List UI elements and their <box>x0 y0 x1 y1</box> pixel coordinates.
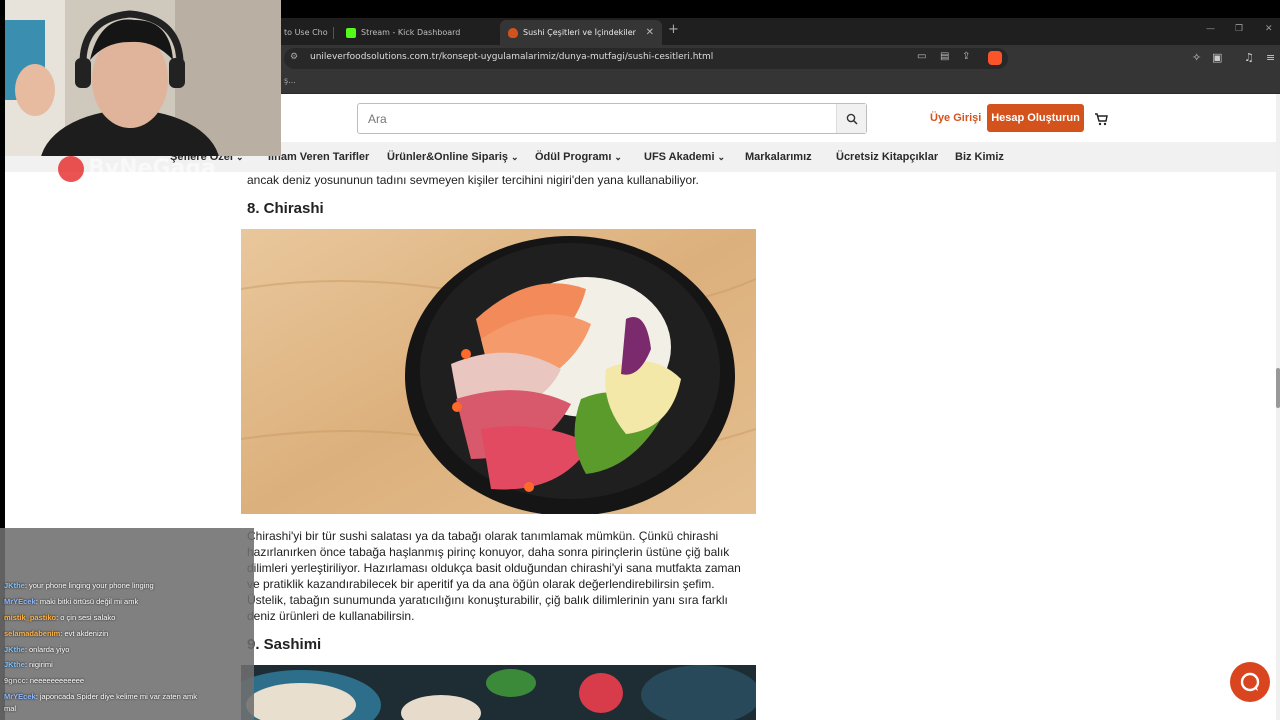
tab-separator <box>333 27 334 39</box>
live-chat-button[interactable] <box>1230 662 1270 702</box>
sashimi-image <box>241 665 756 720</box>
chat-user: MrYEcek <box>4 597 36 606</box>
cast-icon[interactable]: ▭ <box>917 51 926 62</box>
chat-user: mistik_pastiko <box>4 613 57 622</box>
chat-icon <box>1240 672 1260 692</box>
chat-message: selamadabenim: evt akdenizin <box>4 629 109 638</box>
chirashi-paragraph: Chirashi'yi bir tür sushi salatası ya da… <box>247 529 741 623</box>
chat-user: MrYEcek <box>4 692 36 701</box>
chat-user: JKthe <box>4 660 25 669</box>
chat-text: evt akdenizin <box>64 629 109 638</box>
brave-shields-icon[interactable] <box>988 51 1002 65</box>
chat-message: JKthe: nigirimi <box>4 660 53 669</box>
intro-paragraph: ancak deniz yosununun tadını sevmeyen ki… <box>247 173 699 187</box>
scrollbar-thumb[interactable] <box>1276 368 1280 408</box>
new-tab-button[interactable]: + <box>668 22 679 37</box>
url-text[interactable]: unileverfoodsolutions.com.tr/konsept-uyg… <box>310 52 713 62</box>
chat-user: JKthe <box>4 581 25 590</box>
logo-mark-icon <box>58 156 84 182</box>
heading-chirashi: 8. Chirashi <box>247 200 324 217</box>
stream-logo: ByNeGaga <box>58 156 216 182</box>
address-bar[interactable]: ⚙ unileverfoodsolutions.com.tr/konsept-u… <box>284 48 1008 69</box>
heading-sashimi: 9. Sashimi <box>247 636 322 653</box>
chat-message: MrYEcek: japoncada Spider diye kelime mi… <box>4 692 198 701</box>
chat-message: MrYEcek: maki bitki örtüsü değil mi amk <box>4 597 139 606</box>
chat-text: nigirimi <box>29 660 53 669</box>
chat-message: JKthe: onlarda yiyo <box>4 645 70 654</box>
chat-text: onlarda yiyo <box>29 645 70 654</box>
logo-text: ByNeGaga <box>88 156 216 181</box>
chat-user: selamadabenim <box>4 629 61 638</box>
chat-user: 9gncc <box>4 676 26 685</box>
close-window-icon[interactable]: ✕ <box>1265 24 1273 34</box>
restore-icon[interactable]: ❐ <box>1235 24 1243 34</box>
chat-text: japoncada Spider diye kelime mi var zate… <box>39 692 198 701</box>
minimize-icon[interactable]: — <box>1206 24 1215 34</box>
chat-user: JKthe <box>4 645 25 654</box>
chirashi-image <box>241 229 756 514</box>
share-icon[interactable]: ⇪ <box>962 51 970 62</box>
chat-message: JKthe: your phone linging your phone lin… <box>4 581 154 590</box>
chat-message: mistik_pastiko: o çin sesi salako <box>4 613 116 622</box>
extensions-icon[interactable]: ✧ <box>1192 51 1201 64</box>
tab-sushi-article[interactable]: Sushi Çeşitleri ve İçindekiler Nele ✕ <box>500 20 662 45</box>
chat-message: mal <box>4 704 16 713</box>
chat-message: 9gncc: neeeeeeeeeeee <box>4 676 85 685</box>
webcam-overlay <box>5 0 281 156</box>
page-scrollbar[interactable] <box>1276 94 1280 720</box>
reader-icon[interactable]: ▤ <box>940 51 949 62</box>
tab-chop[interactable]: to Use Chop <box>276 20 328 45</box>
ufs-icon <box>508 27 518 38</box>
chat-text: neeeeeeeeeeee <box>29 676 85 685</box>
kick-icon <box>346 27 356 38</box>
menu-icon[interactable]: ≡ <box>1266 51 1275 64</box>
tab-kick-dashboard[interactable]: Stream - Kick Dashboard <box>338 20 498 45</box>
tab-label: to Use Chop <box>284 28 328 37</box>
media-icon[interactable]: ♫ <box>1244 51 1254 64</box>
sidebar-icon[interactable]: ▣ <box>1212 51 1222 64</box>
close-tab-icon[interactable]: ✕ <box>640 27 654 38</box>
screen: to Use Chop Stream - Kick Dashboard Sush… <box>0 0 1280 720</box>
chat-text: maki bitki örtüsü değil mi amk <box>39 597 139 606</box>
tab-label: Sushi Çeşitleri ve İçindekiler Nele <box>523 28 638 37</box>
chat-text: mal <box>4 704 17 713</box>
chat-text: o çin sesi salako <box>60 613 116 622</box>
site-settings-icon[interactable]: ⚙ <box>290 52 298 62</box>
stream-chat-overlay: JKthe: your phone linging your phone lin… <box>0 528 254 720</box>
tab-label: Stream - Kick Dashboard <box>361 28 461 37</box>
bookmark-item[interactable]: ş... <box>284 76 296 85</box>
chat-text: your phone linging your phone linging <box>29 581 154 590</box>
